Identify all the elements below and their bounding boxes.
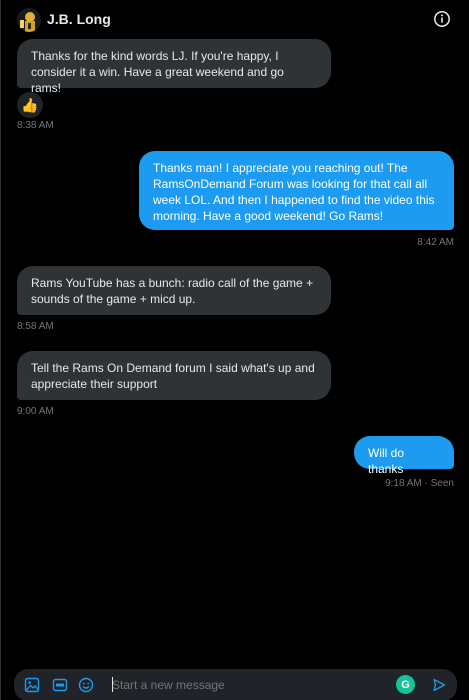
- message-bubble-incoming[interactable]: Tell the Rams On Demand forum I said wha…: [17, 351, 331, 400]
- info-icon[interactable]: [433, 10, 451, 28]
- message-bubble-outgoing[interactable]: Will do thanks: [354, 436, 454, 476]
- message-input[interactable]: Start a new message: [112, 678, 225, 692]
- message-bubble-outgoing[interactable]: Thanks man! I appreciate you reaching ou…: [139, 151, 454, 230]
- message-timestamp-seen: 9:18 AM · Seen: [385, 478, 454, 489]
- message-timestamp: 9:00 AM: [17, 406, 54, 417]
- message-bubble-incoming[interactable]: Thanks for the kind words LJ. If you're …: [17, 39, 331, 95]
- conversation-header: J.B. Long: [1, 0, 469, 40]
- message-timestamp: 8:38 AM: [17, 120, 54, 131]
- gif-icon[interactable]: [52, 677, 68, 693]
- reaction-thumbs-up-icon[interactable]: 👍: [17, 92, 43, 118]
- dm-conversation: J.B. Long Thanks for the kind words LJ. …: [0, 0, 469, 700]
- message-bubble-incoming[interactable]: Rams YouTube has a bunch: radio call of …: [17, 266, 331, 315]
- contact-name[interactable]: J.B. Long: [47, 11, 111, 27]
- image-icon[interactable]: [24, 677, 40, 693]
- message-timestamp: 8:58 AM: [17, 321, 54, 332]
- message-timestamp: 8:42 AM: [417, 237, 454, 248]
- grammarly-icon[interactable]: G: [396, 675, 415, 694]
- emoji-icon[interactable]: [78, 677, 94, 693]
- message-composer: Start a new message G: [14, 669, 457, 700]
- avatar-image: [17, 8, 41, 32]
- avatar[interactable]: [17, 8, 41, 32]
- send-icon[interactable]: [432, 678, 446, 692]
